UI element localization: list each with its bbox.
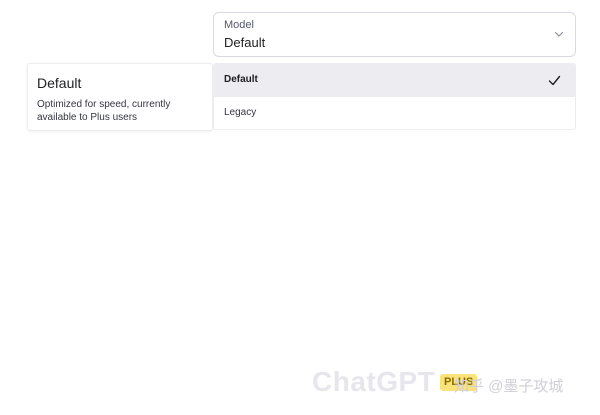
model-description-title: Default bbox=[37, 75, 82, 91]
model-select[interactable]: Model Default bbox=[213, 12, 576, 57]
model-description-card: Default Optimized for speed, currently a… bbox=[27, 63, 213, 131]
model-settings-page: Model Default Default Optimized for spee… bbox=[0, 0, 600, 415]
model-dropdown-list: Default Legacy bbox=[213, 63, 576, 130]
model-select-label: Model bbox=[224, 19, 254, 31]
watermark-credit: 知乎 @墨子攻城 bbox=[454, 378, 564, 395]
watermark-product: ChatGPT bbox=[312, 366, 436, 397]
model-option-label: Default bbox=[224, 74, 258, 85]
model-option-label: Legacy bbox=[224, 107, 257, 118]
model-option-legacy[interactable]: Legacy bbox=[214, 97, 575, 129]
model-option-default[interactable]: Default bbox=[214, 64, 575, 97]
chevron-down-icon[interactable] bbox=[553, 28, 565, 40]
model-description-text: Optimized for speed, currently available… bbox=[37, 99, 171, 123]
check-icon bbox=[548, 75, 561, 86]
model-select-value: Default bbox=[224, 35, 266, 50]
